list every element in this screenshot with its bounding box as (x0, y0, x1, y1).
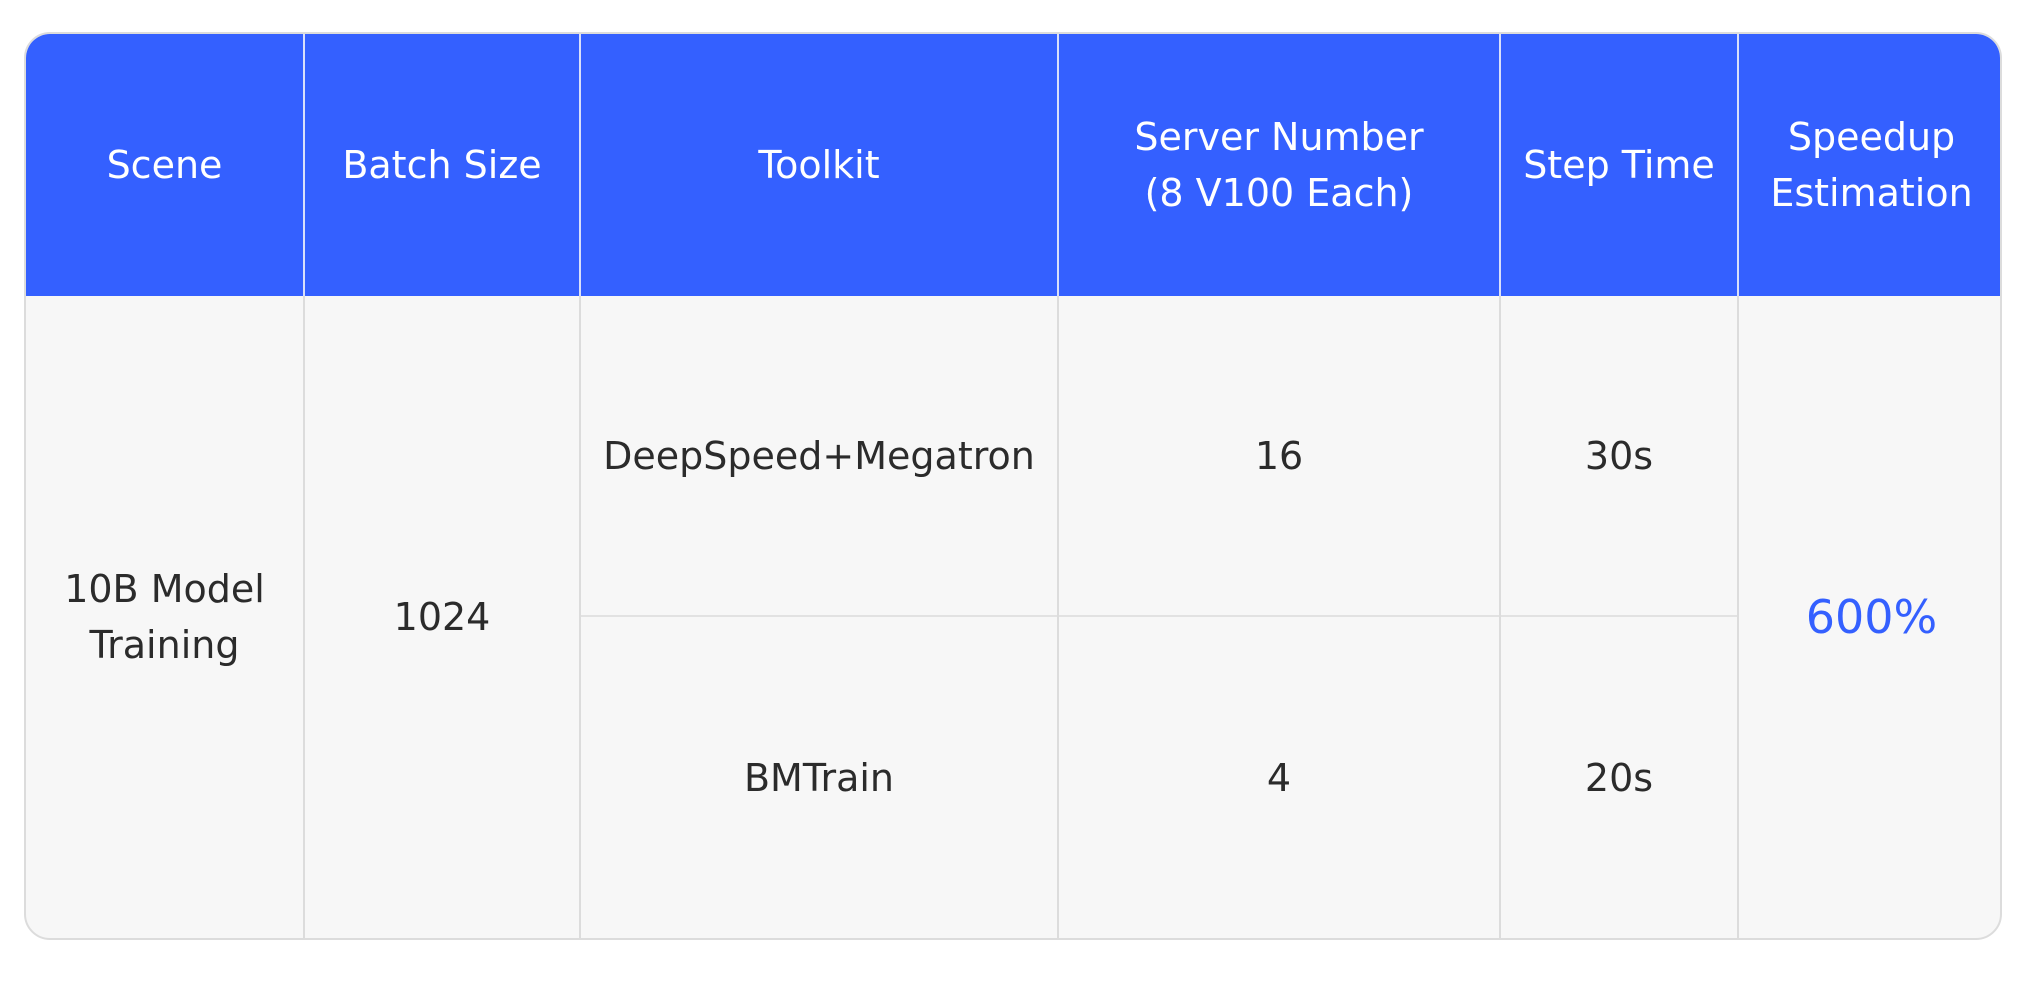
header-scene: Scene (26, 34, 304, 296)
speedup-estimation-cell: 600% (1737, 296, 2000, 938)
header-step-time: Step Time (1499, 34, 1738, 296)
toolkit-cell: DeepSpeed+Megatron (579, 296, 1058, 616)
server-number-cell: 4 (1057, 615, 1500, 938)
scene-cell: 10B Model Training (64, 567, 265, 667)
step-time-cell: 20s (1499, 615, 1738, 938)
training-speedup-table: Scene Batch Size Toolkit Server Number (… (26, 34, 2000, 938)
header-server-number: Server Number (8 V100 Each) (1057, 34, 1500, 296)
table-header-row: Scene Batch Size Toolkit Server Number (… (26, 34, 2000, 296)
header-toolkit: Toolkit (579, 34, 1058, 296)
batch-size-cell: 1024 (303, 296, 580, 938)
table-row: 10B Model Training 1024 DeepSpeed+Megatr… (26, 296, 2000, 938)
step-time-cell: 30s (1499, 296, 1738, 616)
header-speedup-estimation: Speedup Estimation (1737, 34, 2000, 296)
comparison-table: Scene Batch Size Toolkit Server Number (… (24, 32, 2002, 940)
header-batch-size: Batch Size (303, 34, 580, 296)
server-number-cell: 16 (1057, 296, 1500, 616)
toolkit-cell: BMTrain (579, 615, 1058, 938)
